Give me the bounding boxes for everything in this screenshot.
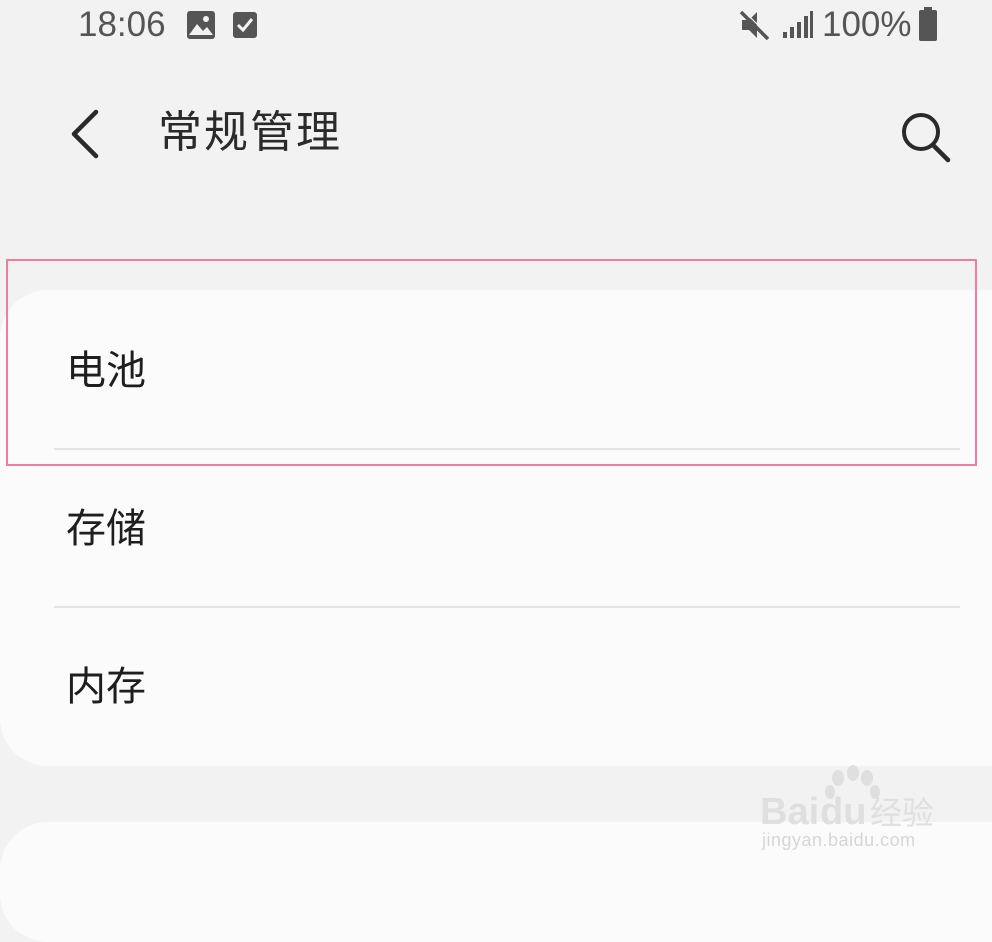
settings-item-label: 电池: [66, 348, 146, 394]
settings-item-memory[interactable]: 内存: [0, 608, 992, 766]
check-icon: [233, 12, 257, 38]
settings-item-label: 内存: [66, 664, 146, 710]
settings-card: 电池 存储 内存: [0, 290, 992, 766]
watermark-url: jingyan.baidu.com: [762, 830, 916, 850]
battery-icon: [919, 7, 937, 41]
settings-item-label: 存储: [66, 506, 146, 552]
settings-item-storage[interactable]: 存储: [0, 450, 992, 608]
signal-icon: [783, 11, 813, 38]
page-title: 常规管理: [158, 107, 342, 158]
status-bar: 18:06 100%: [0, 0, 992, 52]
chevron-left-icon: [71, 109, 99, 159]
status-time: 18:06: [78, 5, 166, 44]
settings-item-battery[interactable]: 电池: [0, 290, 992, 448]
app-header: 常规管理: [0, 90, 992, 180]
search-button[interactable]: [894, 104, 958, 168]
mute-icon: [739, 9, 771, 41]
battery-percentage: 100%: [822, 5, 912, 44]
search-icon: [902, 113, 951, 163]
gallery-icon: [187, 11, 215, 39]
back-button[interactable]: [56, 104, 116, 164]
